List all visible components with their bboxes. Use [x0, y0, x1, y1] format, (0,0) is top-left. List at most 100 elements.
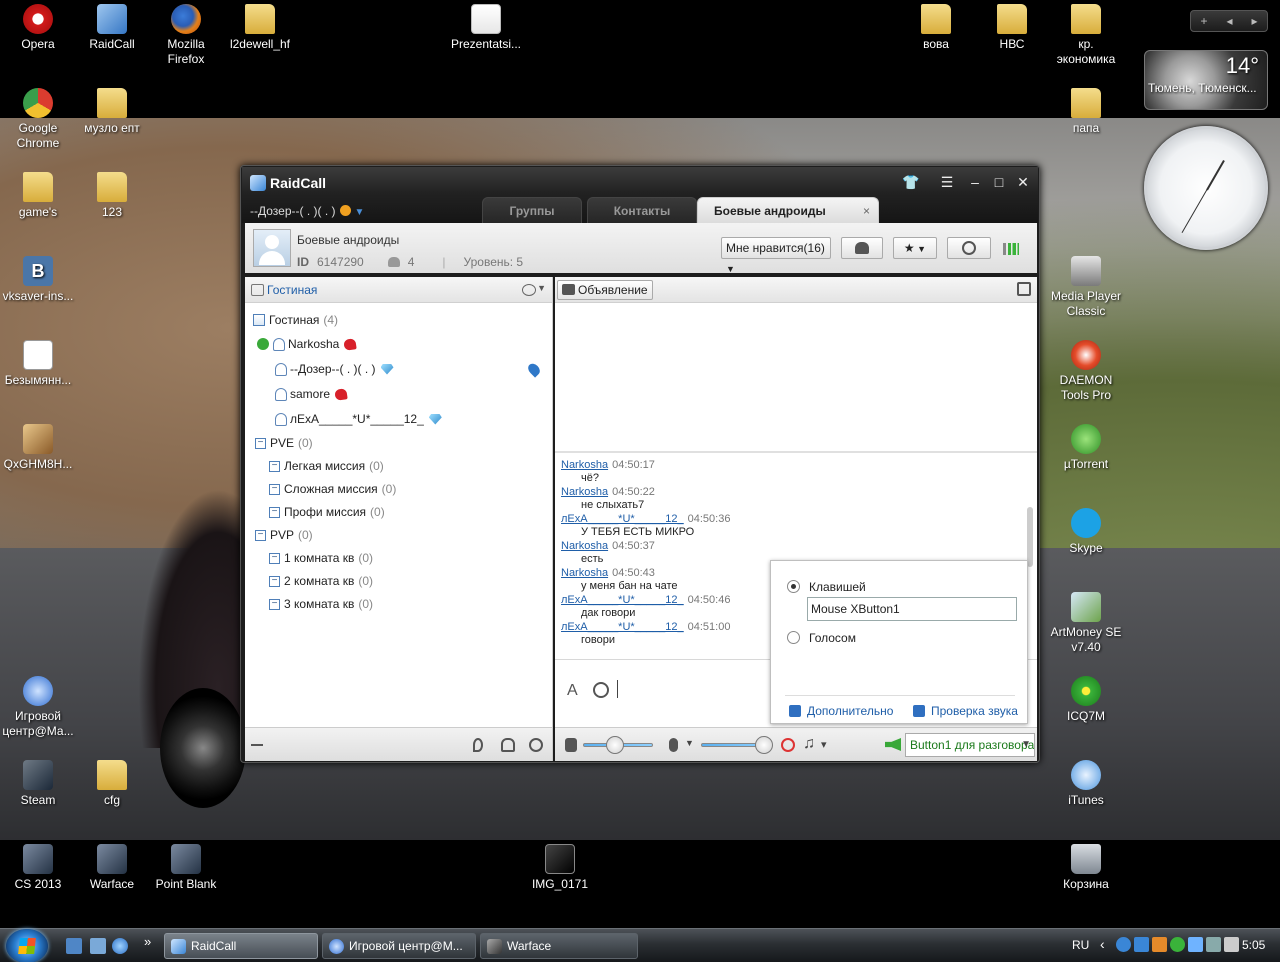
close-button[interactable]: ✕ [1014, 174, 1032, 191]
advanced-link[interactable]: Дополнительно [789, 704, 893, 718]
tray-icq-icon[interactable] [1170, 937, 1185, 952]
tree-subchannel[interactable]: − Сложная миссия (0) [269, 482, 396, 496]
tray-raidcall-icon[interactable] [1134, 937, 1149, 952]
add-member-button[interactable] [841, 237, 883, 259]
desktop-icon-nvs[interactable]: НВС [974, 4, 1050, 52]
taskbar-button-raidcall[interactable]: RaidCall [164, 933, 318, 959]
desktop-icon-vksaver[interactable]: Bvksaver-ins... [0, 256, 76, 304]
tab-channel[interactable]: Боевые андроиды × [697, 197, 879, 223]
push-to-talk-select[interactable]: Button1 для разговора ▼ [905, 733, 1035, 757]
volume-slider-knob[interactable] [605, 736, 624, 754]
calendar-icon[interactable] [1017, 282, 1031, 296]
minimize-button[interactable]: – [966, 174, 984, 190]
radio-voice-mode[interactable] [787, 631, 800, 644]
font-icon[interactable]: A [567, 682, 578, 700]
switch-windows-icon[interactable] [90, 938, 106, 954]
desktop-icon-mpc[interactable]: Media Player Classic [1048, 256, 1124, 319]
mic-slider-knob[interactable] [755, 736, 773, 754]
music-icon[interactable]: ♫ [803, 735, 815, 753]
desktop-icon-prezentatsi[interactable]: Prezentatsi... [448, 4, 524, 52]
speaker-icon[interactable] [565, 738, 577, 752]
chevron-down-icon[interactable]: ▼ [685, 738, 694, 748]
tree-user[interactable]: --Дозер--( . )( . ) [275, 362, 394, 376]
emoji-icon[interactable] [593, 682, 609, 698]
gadget-next-button[interactable]: ▸ [1251, 14, 1257, 28]
announcement-button[interactable]: Объявление [557, 280, 653, 300]
collapse-icon[interactable]: − [269, 460, 280, 472]
desktop-icon-papa[interactable]: папа [1048, 88, 1124, 136]
favorite-button[interactable]: ★ ▼ [893, 237, 937, 259]
desktop-icon-game-center[interactable]: Игровой центр@Ма... [0, 676, 76, 739]
show-desktop-icon[interactable] [66, 938, 82, 954]
desktop-icon-cfg[interactable]: cfg [74, 760, 150, 808]
desktop-icon-point-blank[interactable]: Point Blank [148, 844, 224, 892]
gadget-add-button[interactable]: + [1200, 14, 1207, 28]
collapse-icon[interactable]: − [269, 483, 280, 495]
chat-scrollbar[interactable] [1027, 507, 1033, 567]
skin-button[interactable]: 👕 [902, 174, 920, 191]
chat-bubble-icon[interactable] [522, 284, 536, 296]
desktop-icon-skype[interactable]: Skype [1048, 508, 1124, 556]
location-pin-icon[interactable] [525, 361, 543, 378]
tray-network-icon[interactable] [1206, 937, 1221, 952]
record-icon[interactable] [781, 738, 795, 752]
taskbar-button-warface[interactable]: Warface [480, 933, 638, 959]
desktop-icon-warface[interactable]: Warface [74, 844, 150, 892]
desktop-icon-itunes[interactable]: iTunes [1048, 760, 1124, 808]
desktop-icon-firefox[interactable]: Mozilla Firefox [148, 4, 224, 67]
menu-button[interactable]: ☰ [938, 174, 956, 191]
tree-user[interactable]: лExA_____*U*_____12_ [275, 412, 442, 426]
clock-gadget[interactable] [1144, 126, 1268, 250]
music-dropdown-icon[interactable]: ▾ [821, 738, 827, 751]
tree-subchannel[interactable]: −2 комната кв (0) [269, 574, 373, 588]
language-indicator[interactable]: RU [1072, 938, 1089, 952]
desktop-icon-muzlo[interactable]: музло епт [74, 88, 150, 136]
desktop-icon-steam[interactable]: Steam [0, 760, 76, 808]
hotkey-field[interactable]: Mouse XButton1 [807, 597, 1017, 621]
desktop-icon-123[interactable]: 123 [74, 172, 150, 220]
tray-expand-arrow[interactable]: ‹ [1100, 936, 1105, 952]
internet-explorer-icon[interactable] [112, 938, 128, 954]
collapse-icon[interactable]: − [269, 506, 280, 518]
collapse-icon[interactable]: − [269, 575, 280, 587]
weather-gadget[interactable]: 14° Тюмень, Тюменск... [1144, 50, 1268, 110]
collapse-icon[interactable]: − [269, 552, 280, 564]
user-icon[interactable] [501, 738, 515, 752]
desktop-icon-utorrent[interactable]: µTorrent [1048, 424, 1124, 472]
tab-groups[interactable]: Группы [482, 197, 582, 223]
taskbar-button-game-center[interactable]: Игровой центр@М... [322, 933, 476, 959]
tree-subchannel[interactable]: −3 комната кв (0) [269, 597, 373, 611]
desktop-icon-artmoney[interactable]: ArtMoney SE v7.40 [1048, 592, 1124, 655]
sound-check-link[interactable]: Проверка звука [913, 704, 1018, 718]
microphone-icon[interactable] [669, 738, 678, 752]
tree-group[interactable]: − PVE (0) [255, 436, 313, 450]
chevron-down-icon[interactable]: ▼ [537, 283, 546, 293]
radio-key-mode[interactable] [787, 580, 800, 593]
tray-clock[interactable]: 5:05 [1242, 938, 1265, 952]
tab-contacts[interactable]: Контакты [587, 197, 697, 223]
tree-user[interactable]: samore [275, 387, 348, 401]
desktop-icon-kr-ekonomika[interactable]: кр. экономика [1048, 4, 1124, 67]
tree-subchannel[interactable]: −1 комната кв (0) [269, 551, 373, 565]
exit-channel-button[interactable] [947, 237, 991, 259]
location-icon[interactable] [473, 738, 483, 752]
quicklaunch-more-button[interactable]: » [144, 934, 151, 949]
tree-lobby[interactable]: Гостиная (4) [253, 313, 338, 327]
desktop-icon-opera[interactable]: Opera [0, 4, 76, 52]
tray-daemon-icon[interactable] [1152, 937, 1167, 952]
desktop-icon-img0171[interactable]: IMG_0171 [522, 844, 598, 892]
current-channel-link[interactable]: Гостиная [267, 283, 317, 297]
tree-subchannel[interactable]: − Легкая миссия (0) [269, 459, 384, 473]
desktop-icon-daemon-tools[interactable]: DAEMON Tools Pro [1048, 340, 1124, 403]
desktop-icon-qxghm8h[interactable]: QxGHM8H... [0, 424, 76, 472]
desktop-icon-icq[interactable]: ICQ7M [1048, 676, 1124, 724]
collapse-all-icon[interactable] [251, 744, 263, 746]
tree-subchannel[interactable]: − Профи миссия (0) [269, 505, 385, 519]
desktop-icon-games[interactable]: game's [0, 172, 76, 220]
desktop-icon-chrome[interactable]: Google Chrome [0, 88, 76, 151]
avatar[interactable] [253, 229, 291, 267]
tray-game-center-icon[interactable] [1116, 937, 1131, 952]
tab-close-icon[interactable]: × [863, 198, 870, 224]
gadget-prev-button[interactable]: ◂ [1226, 14, 1232, 28]
collapse-icon[interactable]: − [269, 598, 280, 610]
